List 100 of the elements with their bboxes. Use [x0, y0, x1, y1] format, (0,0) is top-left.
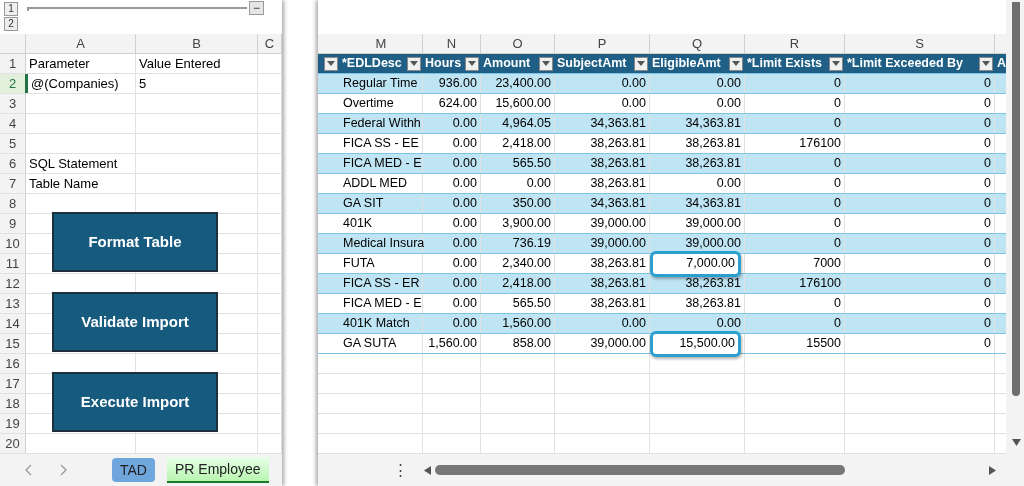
table-cell-text: 2,418.00	[502, 275, 551, 293]
filter-dropdown[interactable]	[324, 56, 338, 71]
scroll-down-icon[interactable]	[1011, 439, 1021, 446]
row-number[interactable]: 9	[0, 214, 26, 233]
column-header[interactable]: S	[845, 34, 995, 53]
table-cell-text: 0.00	[452, 175, 477, 193]
table-cell-text: 0.00	[716, 315, 741, 333]
row-number[interactable]: 15	[0, 334, 26, 353]
column-header[interactable]: B	[136, 34, 258, 53]
column-header[interactable]: N	[423, 34, 481, 53]
row-number[interactable]: 7	[0, 174, 26, 193]
row-number[interactable]: 11	[0, 254, 26, 273]
row-number[interactable]: 6	[0, 154, 26, 173]
row-number[interactable]: 19	[0, 414, 26, 433]
macro-button[interactable]: Format Table	[52, 212, 218, 272]
caret-icon	[542, 61, 550, 66]
table-cell-text: 401K	[343, 215, 373, 233]
column-header[interactable]: M	[340, 34, 423, 53]
table-cell-text: 0.00	[526, 175, 551, 193]
row-number[interactable]: 3	[0, 94, 26, 113]
caret-icon	[327, 61, 335, 66]
column-header[interactable]: P	[555, 34, 650, 53]
scroll-left-icon[interactable]	[424, 465, 431, 475]
caret-icon	[468, 61, 476, 66]
filter-dropdown[interactable]	[407, 56, 421, 71]
table-cell-text: 0.00	[452, 155, 477, 173]
table-cell-text: 0.00	[621, 315, 646, 333]
collapse-button[interactable]: −	[249, 1, 264, 15]
filter-dropdown[interactable]	[634, 56, 648, 71]
table-cell-text: 34,363.81	[685, 195, 741, 213]
table-cell-text: 0.00	[452, 315, 477, 333]
table-cell-text: GA SUTA	[343, 335, 397, 353]
table-cell-text: 0	[984, 275, 991, 293]
column-header[interactable]: R	[745, 34, 845, 53]
previous-sheet-icon[interactable]	[24, 464, 32, 476]
table-cell-text: 0	[984, 95, 991, 113]
table-header: EligibleAmt	[652, 55, 721, 73]
scroll-right-icon[interactable]	[989, 465, 997, 475]
column-header[interactable]: Q	[650, 34, 745, 53]
table-cell-text: 0	[984, 155, 991, 173]
caret-icon	[410, 61, 418, 66]
table-header: Hours	[425, 55, 462, 73]
row-number[interactable]: 14	[0, 314, 26, 333]
macro-button[interactable]: Execute Import	[52, 372, 218, 432]
row-number[interactable]: 12	[0, 274, 26, 293]
sheet-tab[interactable]: PR Employee	[166, 457, 269, 483]
table-cell-text: 0	[984, 135, 991, 153]
filter-dropdown[interactable]	[829, 56, 843, 71]
filter-dropdown[interactable]	[979, 56, 993, 71]
filter-dropdown[interactable]	[465, 56, 479, 71]
row-number[interactable]: 13	[0, 294, 26, 313]
table-cell-text: 0.00	[452, 275, 477, 293]
table-cell-text: 39,000.00	[685, 235, 741, 253]
more-sheets-button[interactable]: ⋮	[393, 458, 408, 482]
table-cell-text: FUTA	[343, 255, 375, 273]
row-number[interactable]: 16	[0, 354, 26, 373]
row-number[interactable]: 5	[0, 134, 26, 153]
row-number[interactable]: 20	[0, 434, 26, 453]
table-cell-text: 2,340.00	[502, 255, 551, 273]
table-cell-text: 0	[984, 235, 991, 253]
table-cell-text: 38,263.81	[590, 155, 646, 173]
column-header[interactable]: A	[26, 34, 136, 53]
row-number[interactable]: 8	[0, 194, 26, 213]
table-cell-text: 0	[984, 295, 991, 313]
macro-button[interactable]: Validate Import	[52, 292, 218, 352]
table-cell-text: 0	[984, 215, 991, 233]
row-number[interactable]: 4	[0, 114, 26, 133]
horizontal-scrollbar[interactable]	[424, 463, 997, 477]
row-number[interactable]: 18	[0, 394, 26, 413]
table-cell-text: 0	[834, 175, 841, 193]
column-header[interactable]: C	[258, 34, 282, 53]
outline-level-button[interactable]: 2	[4, 17, 18, 31]
cell-text: 5	[139, 76, 147, 91]
row-number[interactable]: 10	[0, 234, 26, 253]
row-number[interactable]: 2	[0, 74, 26, 93]
row-number[interactable]: 1	[0, 54, 26, 73]
cell-text: @(Companies)	[31, 76, 119, 91]
next-sheet-icon[interactable]	[60, 464, 68, 476]
table-cell-text: 0	[984, 255, 991, 273]
sheet-tab[interactable]: TAD	[112, 458, 155, 482]
table-cell-text: 38,263.81	[685, 135, 741, 153]
column-header[interactable]: O	[481, 34, 555, 53]
table-cell-text: 0	[984, 195, 991, 213]
table-cell-text: 350.00	[512, 195, 551, 213]
table-cell-text: 0	[834, 315, 841, 333]
table-cell-text: 38,263.81	[590, 255, 646, 273]
filter-dropdown[interactable]	[729, 56, 743, 71]
table-cell-text: 0	[984, 75, 991, 93]
outline-level-button[interactable]: 1	[4, 2, 18, 16]
table-cell-text: 0.00	[716, 95, 741, 113]
row-number[interactable]: 17	[0, 374, 26, 393]
table-cell-text: 0.00	[452, 195, 477, 213]
filter-dropdown[interactable]	[539, 56, 553, 71]
table-header: *Limit Exceeded By	[847, 55, 963, 73]
table-cell-text: 0.00	[452, 255, 477, 273]
table-cell-text: 1,560.00	[502, 315, 551, 333]
table-cell-text: Federal Withh	[343, 115, 421, 133]
table-cell-text: 15,600.00	[495, 95, 551, 113]
table-cell-text: 0.00	[452, 135, 477, 153]
vertical-scrollbar[interactable]	[1006, 0, 1024, 486]
